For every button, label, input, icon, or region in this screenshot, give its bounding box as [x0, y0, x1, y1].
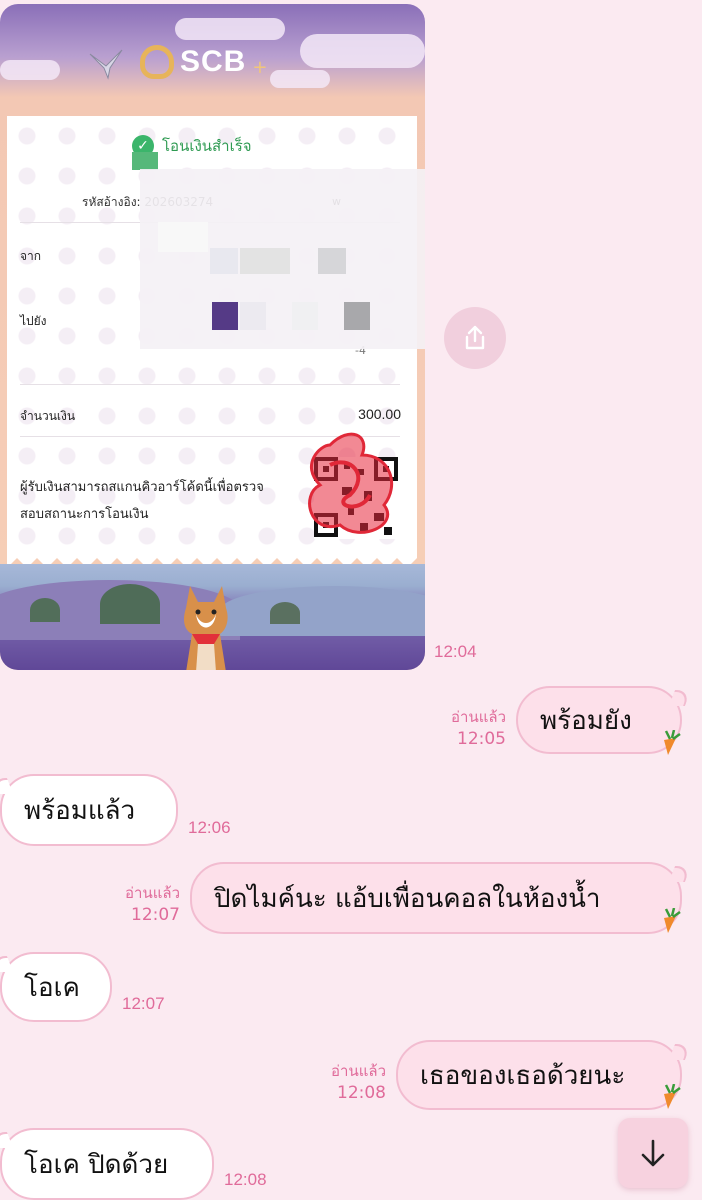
redaction-block [132, 152, 158, 170]
transfer-slip-image[interactable]: SCB + ✓ โอนเงินสำเร็จ รหัสอ้างอิง: 20260… [0, 4, 425, 670]
cloud [270, 70, 330, 88]
message-time: 12:07 [122, 994, 165, 1013]
message-meta: อ่านแล้ว 12:05 [436, 706, 506, 750]
message-text: พร้อมแล้ว [24, 795, 136, 826]
read-receipt: อ่านแล้ว [331, 1062, 386, 1080]
scb-logo: SCB + [140, 42, 267, 82]
message-time: 12:07 [131, 905, 180, 925]
redaction-pixel [210, 248, 238, 274]
bubble-tail [669, 690, 691, 706]
cloud [0, 60, 60, 80]
redaction-pixel [344, 302, 370, 330]
bubble-tail [669, 1044, 691, 1060]
tree [270, 602, 300, 624]
redaction-pixel [158, 222, 208, 252]
message-text: โอเค ปิดด้วย [24, 1149, 169, 1180]
carrot-sticker-icon [664, 1084, 681, 1109]
verification-qr-code [308, 432, 400, 539]
message-bubble-received[interactable]: พร้อมแล้ว [0, 774, 178, 846]
message-bubble-sent[interactable]: เธอของเธอด้วยนะ [396, 1040, 691, 1110]
carrot-sticker-icon [664, 908, 681, 933]
brand-plus: + [252, 56, 268, 78]
message-text: เธอของเธอด้วยนะ [420, 1060, 626, 1091]
tree [30, 598, 60, 622]
scb-logo-mark-icon [140, 45, 174, 79]
message-meta: อ่านแล้ว 12:08 [316, 1060, 386, 1104]
divider [20, 384, 400, 385]
bubble-tail [0, 956, 13, 972]
scroll-to-bottom-button[interactable] [618, 1118, 688, 1188]
message-time: 12:06 [188, 818, 231, 837]
tree [100, 584, 160, 624]
cloud [175, 18, 285, 40]
redaction-pixel [292, 302, 318, 330]
slip-timestamp: 12:04 [434, 642, 477, 661]
cloud [300, 34, 425, 68]
bubble-tail [669, 866, 691, 882]
redaction-pixel [318, 248, 346, 274]
share-button[interactable] [444, 307, 506, 369]
message-bubble-received[interactable]: โอเค [0, 952, 112, 1022]
redaction-pixel [240, 302, 266, 330]
to-label: ไปยัง [20, 314, 47, 328]
bubble-tail [0, 778, 13, 794]
message-text: พร้อมยัง [540, 705, 632, 736]
bubble-tail [0, 1132, 13, 1148]
red-scribble-redaction [308, 432, 394, 534]
shiba-dog-mascot-icon [184, 586, 228, 670]
message-bubble-sent[interactable]: ปิดไมค์นะ แอ้บเพื่อนคอลในห้องน้ำ [190, 862, 691, 934]
share-icon [465, 325, 485, 350]
hill [220, 586, 425, 636]
message-text: ปิดไมค์นะ แอ้บเพื่อนคอลในห้องน้ำ [214, 883, 601, 914]
redaction-pixel [240, 248, 290, 274]
read-receipt: อ่านแล้ว [451, 708, 506, 726]
message-time: 12:08 [337, 1083, 386, 1103]
amount-value: 300.00 [358, 406, 401, 422]
amount-label: จำนวนเงิน [20, 409, 76, 423]
bird-icon [89, 49, 123, 80]
carrot-sticker-icon [664, 730, 681, 755]
message-text: โอเค [24, 972, 80, 1003]
message-time: 12:08 [224, 1170, 267, 1189]
brand-name: SCB [180, 45, 247, 78]
redaction-pixel [212, 302, 238, 330]
qr-verification-note: ผู้รับเงินสามารถสแกนคิวอาร์โค้ดนี้เพื่อต… [20, 480, 264, 522]
from-label: จาก [20, 249, 42, 263]
read-receipt: อ่านแล้ว [125, 884, 180, 902]
message-bubble-received[interactable]: โอเค ปิดด้วย [0, 1128, 214, 1200]
status-text: โอนเงินสำเร็จ [162, 137, 252, 155]
message-meta: อ่านแล้ว 12:07 [110, 882, 180, 926]
message-time: 12:05 [457, 729, 506, 749]
arrow-down-icon [641, 1139, 665, 1167]
